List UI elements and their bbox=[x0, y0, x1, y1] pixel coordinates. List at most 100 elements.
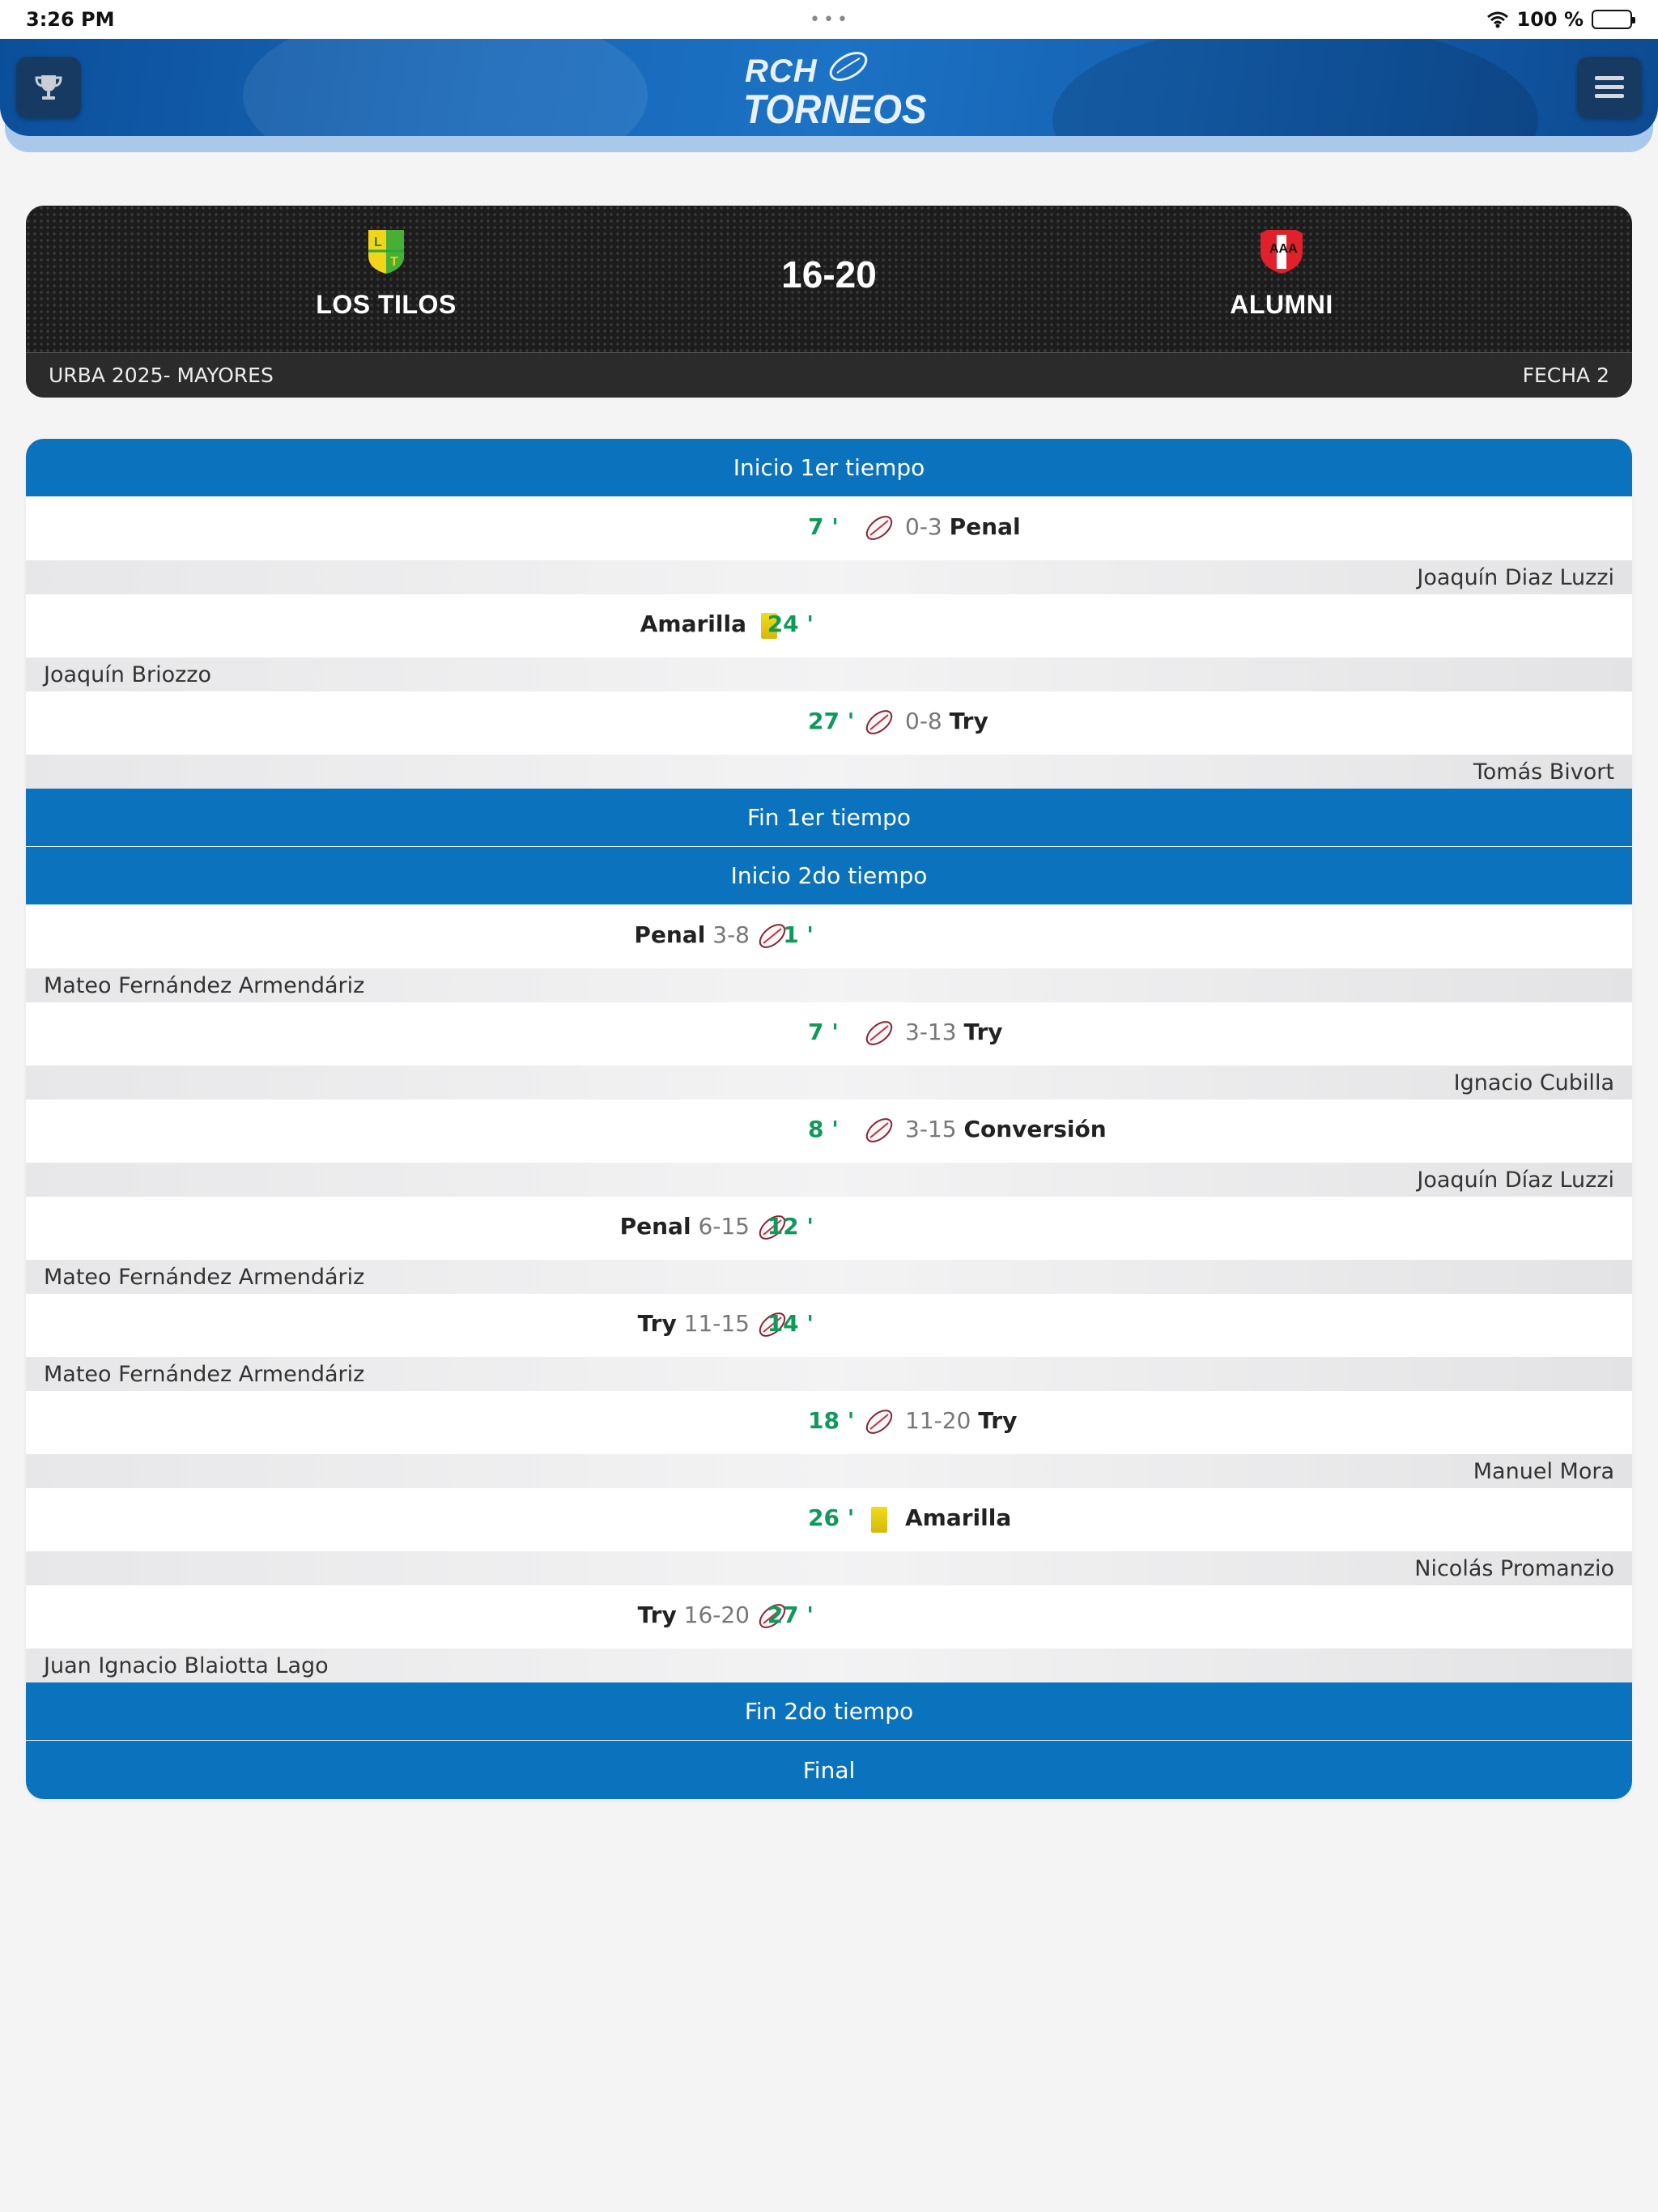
home-team[interactable]: L T LOS TILOS bbox=[265, 228, 508, 320]
event-player: Mateo Fernández Armendáriz bbox=[26, 968, 1632, 1002]
wifi-icon bbox=[1486, 11, 1508, 28]
event-description: Penal 3-8 bbox=[634, 921, 750, 948]
event-type: Try bbox=[963, 1019, 1003, 1045]
event-description: 11-20 Try bbox=[905, 1407, 1017, 1434]
event-player: Joaquín Briozzo bbox=[26, 657, 1632, 691]
timeline-event[interactable]: Amarilla 24 ' Joaquín Briozzo bbox=[26, 594, 1632, 691]
app-logo: RCH TORNEOS bbox=[743, 45, 927, 133]
logo-line2: TORNEOS bbox=[743, 87, 927, 132]
timeline-event[interactable]: 8 ' 3-15 Conversión Joaquín Díaz Luzzi bbox=[26, 1100, 1632, 1197]
rugby-ball-icon bbox=[865, 516, 893, 540]
logo-line1: RCH bbox=[745, 53, 818, 89]
event-minute: 18 ' bbox=[808, 1407, 855, 1434]
event-type: Try bbox=[637, 1602, 677, 1628]
svg-text:AAA: AAA bbox=[1269, 242, 1298, 256]
away-team[interactable]: AAA ALUMNI bbox=[1160, 228, 1403, 320]
event-description: Amarilla bbox=[905, 1504, 1011, 1531]
timeline-event[interactable]: 26 ' Amarilla Nicolás Promanzio bbox=[26, 1488, 1632, 1585]
event-type: Penal bbox=[619, 1213, 691, 1240]
battery-icon bbox=[1592, 10, 1635, 29]
event-description: 3-13 Try bbox=[905, 1019, 1003, 1045]
status-right: 100 % bbox=[1486, 8, 1635, 31]
status-bar: 3:26 PM ••• 100 % bbox=[0, 0, 1658, 39]
phase-end-first-half: Fin 1er tiempo bbox=[26, 789, 1632, 847]
event-player: Ignacio Cubilla bbox=[26, 1066, 1632, 1100]
event-description: Try 16-20 bbox=[638, 1602, 750, 1628]
event-score: 16-20 bbox=[683, 1602, 750, 1628]
rugby-ball-icon bbox=[865, 710, 893, 734]
menu-icon bbox=[1595, 76, 1624, 98]
match-info-bar: URBA 2025- MAYORES FECHA 2 bbox=[26, 352, 1632, 398]
round-label: FECHA 2 bbox=[1522, 364, 1609, 387]
los-tilos-crest-icon: L T bbox=[368, 230, 404, 274]
event-player: Mateo Fernández Armendáriz bbox=[26, 1357, 1632, 1391]
event-description: Try 11-15 bbox=[638, 1310, 750, 1337]
phase-final: Final bbox=[26, 1741, 1632, 1799]
match-scorecard: L T LOS TILOS 16-20 AAA ALUMNI URBA 2025… bbox=[26, 206, 1632, 398]
match-timeline: Inicio 1er tiempo 7 ' 0-3 Penal Joaquín … bbox=[26, 439, 1632, 1799]
event-type: Penal bbox=[634, 921, 706, 948]
event-type: Try bbox=[978, 1407, 1018, 1434]
event-description: 3-15 Conversión bbox=[905, 1116, 1107, 1142]
tournament-name: URBA 2025- MAYORES bbox=[49, 364, 274, 387]
event-type: Try bbox=[949, 708, 988, 734]
event-score: 11-15 bbox=[683, 1310, 750, 1337]
event-minute: 27 ' bbox=[767, 1602, 814, 1628]
match-score: 16-20 bbox=[781, 253, 877, 296]
phase-end-second-half: Fin 2do tiempo bbox=[26, 1682, 1632, 1741]
rugby-ball-icon bbox=[865, 1021, 893, 1045]
timeline-event[interactable]: 7 ' 0-3 Penal Joaquín Diaz Luzzi bbox=[26, 497, 1632, 594]
battery-percent: 100 % bbox=[1516, 8, 1584, 31]
event-description: 0-8 Try bbox=[905, 708, 988, 734]
timeline-event[interactable]: Penal 3-8 1 ' Mateo Fernández Armendáriz bbox=[26, 905, 1632, 1002]
multitasking-dots-icon[interactable]: ••• bbox=[810, 10, 851, 30]
event-type: Penal bbox=[949, 513, 1021, 540]
event-minute: 27 ' bbox=[808, 708, 855, 734]
event-type: Try bbox=[637, 1310, 677, 1337]
event-description: Penal 6-15 bbox=[620, 1213, 750, 1240]
menu-button[interactable] bbox=[1577, 57, 1642, 118]
event-player: Juan Ignacio Blaiotta Lago bbox=[26, 1648, 1632, 1682]
event-minute: 26 ' bbox=[808, 1504, 855, 1531]
event-player: Joaquín Díaz Luzzi bbox=[26, 1163, 1632, 1197]
away-team-name: ALUMNI bbox=[1230, 290, 1333, 319]
event-player: Joaquín Diaz Luzzi bbox=[26, 560, 1632, 594]
phase-start-second-half: Inicio 2do tiempo bbox=[26, 847, 1632, 905]
event-minute: 8 ' bbox=[808, 1116, 839, 1142]
event-minute: 7 ' bbox=[808, 513, 839, 540]
rugby-ball-icon bbox=[865, 1118, 893, 1142]
event-score: 3-15 bbox=[905, 1116, 957, 1142]
timeline-event[interactable]: 18 ' 11-20 Try Manuel Mora bbox=[26, 1391, 1632, 1488]
status-time: 3:26 PM bbox=[26, 8, 115, 31]
event-description: 0-3 Penal bbox=[905, 513, 1021, 540]
timeline-event[interactable]: Penal 6-15 12 ' Mateo Fernández Armendár… bbox=[26, 1197, 1632, 1294]
event-player: Tomás Bivort bbox=[26, 755, 1632, 789]
event-minute: 1 ' bbox=[783, 921, 814, 948]
event-minute: 12 ' bbox=[767, 1213, 814, 1240]
home-team-name: LOS TILOS bbox=[316, 290, 457, 319]
trophy-button[interactable] bbox=[16, 57, 81, 118]
event-player: Manuel Mora bbox=[26, 1454, 1632, 1488]
event-player: Nicolás Promanzio bbox=[26, 1551, 1632, 1585]
event-minute: 24 ' bbox=[767, 610, 814, 637]
svg-text:L: L bbox=[374, 236, 382, 249]
event-score: 0-3 bbox=[905, 513, 942, 540]
rugby-ball-icon bbox=[865, 1410, 893, 1434]
timeline-event[interactable]: Try 16-20 27 ' Juan Ignacio Blaiotta Lag… bbox=[26, 1585, 1632, 1682]
event-score: 3-13 bbox=[905, 1019, 957, 1045]
event-description: Amarilla bbox=[640, 610, 746, 637]
svg-text:T: T bbox=[390, 255, 398, 269]
timeline-event[interactable]: 27 ' 0-8 Try Tomás Bivort bbox=[26, 691, 1632, 789]
app-header: RCH TORNEOS bbox=[0, 39, 1658, 136]
timeline-event[interactable]: 7 ' 3-13 Try Ignacio Cubilla bbox=[26, 1002, 1632, 1100]
alumni-crest-icon: AAA bbox=[1261, 230, 1303, 274]
event-score: 6-15 bbox=[698, 1213, 750, 1240]
yellow-card-icon bbox=[871, 1507, 887, 1533]
event-type: Amarilla bbox=[640, 610, 746, 637]
event-minute: 7 ' bbox=[808, 1019, 839, 1045]
event-minute: 14 ' bbox=[767, 1310, 814, 1337]
event-score: 3-8 bbox=[712, 921, 750, 948]
event-player: Mateo Fernández Armendáriz bbox=[26, 1260, 1632, 1294]
timeline-event[interactable]: Try 11-15 14 ' Mateo Fernández Armendári… bbox=[26, 1294, 1632, 1391]
event-score: 11-20 bbox=[905, 1407, 971, 1434]
